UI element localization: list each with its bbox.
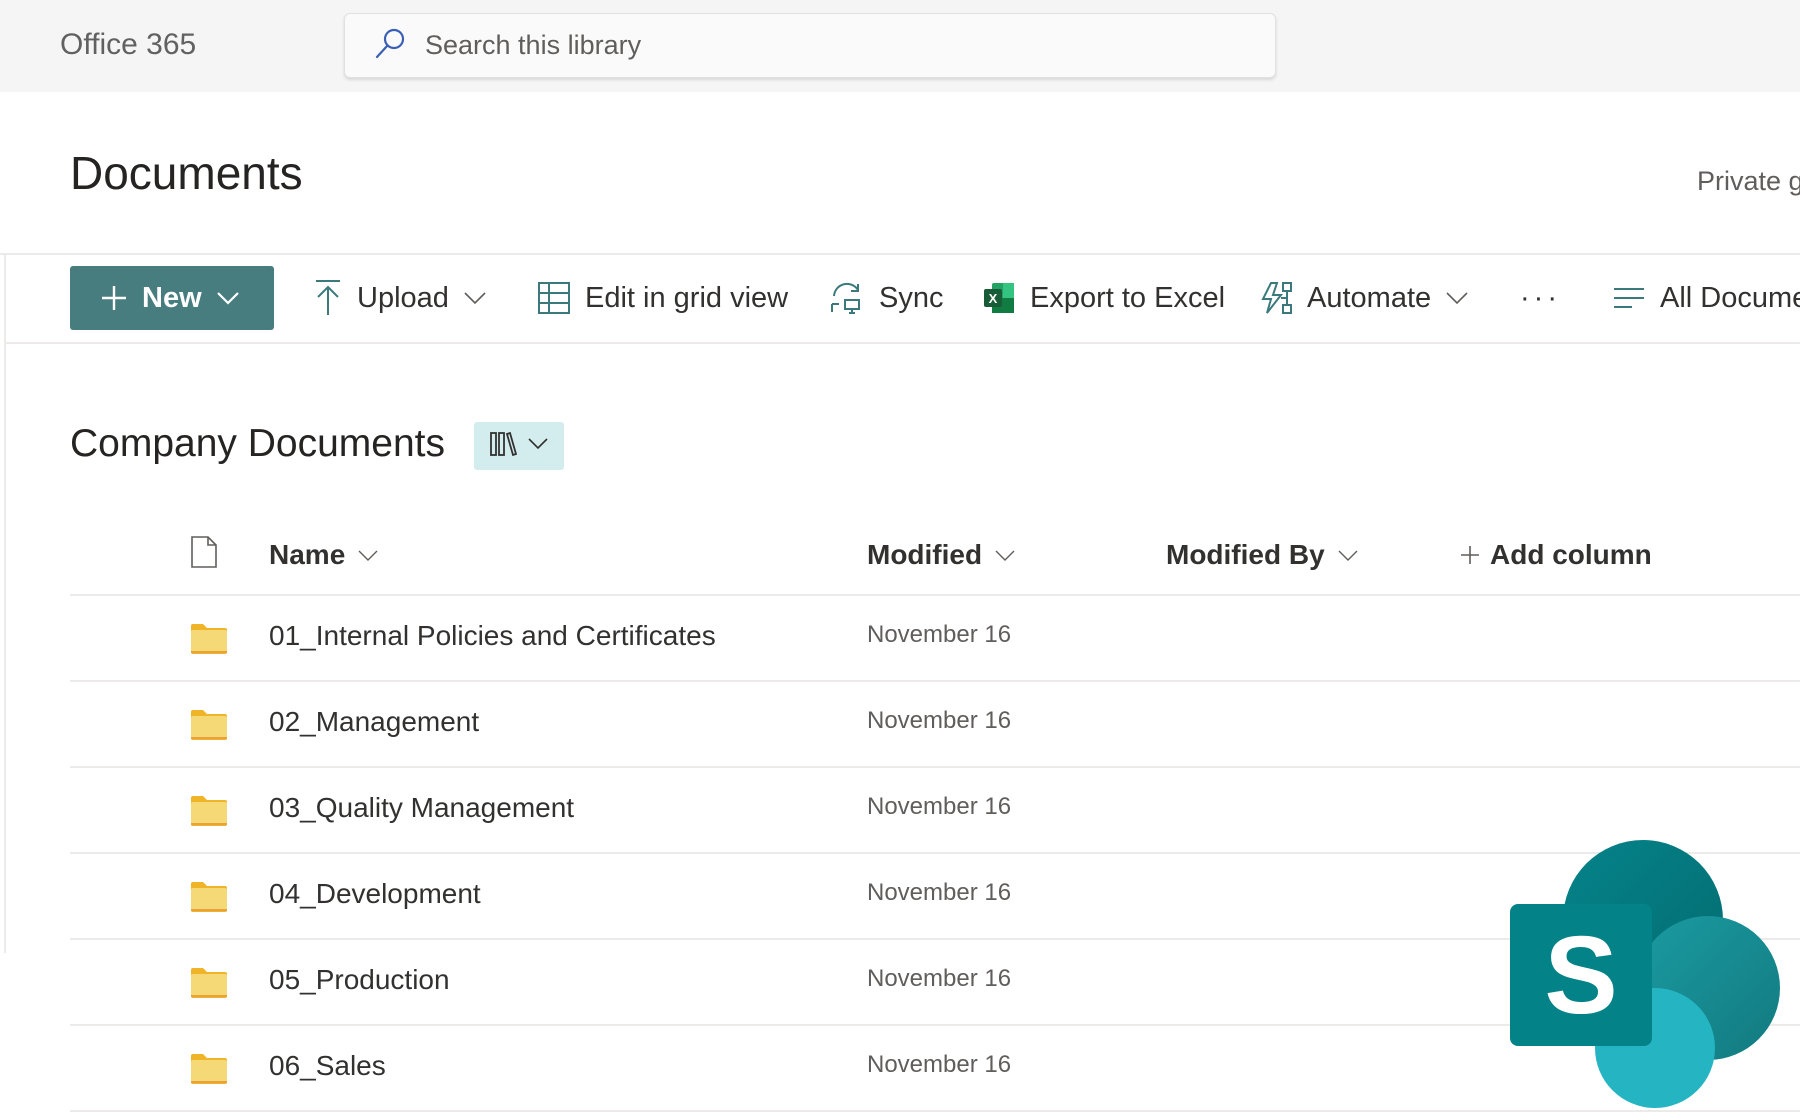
excel-icon: X bbox=[982, 281, 1016, 315]
new-button[interactable]: New bbox=[70, 266, 274, 330]
add-column-label: Add column bbox=[1490, 539, 1652, 570]
column-header-modified-by-label: Modified By bbox=[1166, 539, 1325, 570]
grid-icon bbox=[537, 281, 571, 315]
automate-label: Automate bbox=[1307, 281, 1432, 314]
folder-icon bbox=[190, 623, 228, 660]
item-modified-date: November 16 bbox=[867, 879, 1012, 906]
item-name-link[interactable]: 02_Management bbox=[269, 706, 479, 738]
library-title: Company Documents bbox=[70, 422, 445, 465]
upload-icon bbox=[313, 279, 343, 317]
folder-icon bbox=[190, 881, 228, 918]
search-input[interactable] bbox=[425, 30, 1225, 61]
chevron-down-icon bbox=[463, 291, 487, 305]
grid-label: Edit in grid view bbox=[585, 281, 789, 314]
svg-text:X: X bbox=[989, 291, 998, 306]
item-modified-date: November 16 bbox=[867, 965, 1012, 992]
plus-icon bbox=[1460, 545, 1480, 565]
upload-label: Upload bbox=[357, 281, 449, 314]
chevron-down-icon bbox=[1337, 549, 1359, 561]
view-label: All Docume bbox=[1660, 281, 1800, 314]
sharepoint-logo: S bbox=[1503, 838, 1788, 1118]
item-modified-date: November 16 bbox=[867, 621, 1012, 648]
item-modified-date: November 16 bbox=[867, 1051, 1012, 1078]
library-view-button[interactable] bbox=[474, 422, 564, 470]
divider bbox=[6, 342, 1800, 344]
export-label: Export to Excel bbox=[1030, 281, 1226, 314]
file-type-column-header[interactable] bbox=[190, 535, 218, 575]
column-header-modified-by[interactable]: Modified By bbox=[1166, 535, 1359, 575]
sync-icon bbox=[829, 280, 865, 316]
edit-grid-view-button[interactable]: Edit in grid view bbox=[537, 266, 788, 330]
chevron-down-icon bbox=[357, 549, 379, 561]
privacy-label: Private g bbox=[1697, 166, 1800, 196]
column-header-modified[interactable]: Modified bbox=[867, 535, 1016, 575]
app-name[interactable]: Office 365 bbox=[60, 28, 196, 62]
library-icon bbox=[489, 431, 518, 462]
plus-icon bbox=[100, 284, 128, 312]
item-modified-date: November 16 bbox=[867, 707, 1012, 734]
chevron-down-icon bbox=[1445, 291, 1469, 305]
divider bbox=[0, 253, 1800, 255]
chevron-down-icon bbox=[216, 290, 240, 306]
item-name-link[interactable]: 03_Quality Management bbox=[269, 792, 574, 824]
search-icon bbox=[373, 25, 409, 66]
content-pane-border bbox=[4, 253, 6, 953]
add-column-button[interactable]: Add column bbox=[1460, 535, 1652, 575]
sync-button[interactable]: Sync bbox=[829, 266, 943, 330]
more-icon: ··· bbox=[1520, 281, 1561, 314]
column-header-modified-label: Modified bbox=[867, 539, 983, 570]
list-item[interactable]: 02_Management November 16 bbox=[70, 682, 1800, 768]
item-name-link[interactable]: 04_Development bbox=[269, 878, 481, 910]
item-name-link[interactable]: 01_Internal Policies and Certificates bbox=[269, 620, 716, 652]
new-label: New bbox=[142, 281, 202, 314]
automate-icon bbox=[1259, 281, 1293, 315]
list-item[interactable]: 01_Internal Policies and Certificates No… bbox=[70, 596, 1800, 682]
chevron-down-icon bbox=[994, 549, 1016, 561]
list-view-icon bbox=[1612, 286, 1646, 310]
folder-icon bbox=[190, 1053, 228, 1090]
item-name-link[interactable]: 06_Sales bbox=[269, 1050, 386, 1082]
sync-label: Sync bbox=[879, 281, 944, 314]
view-selector-button[interactable]: All Docume bbox=[1612, 266, 1800, 330]
column-header-name-label: Name bbox=[269, 539, 346, 570]
item-modified-date: November 16 bbox=[867, 793, 1012, 820]
search-box[interactable] bbox=[344, 13, 1276, 78]
item-name-link[interactable]: 05_Production bbox=[269, 964, 450, 996]
sharepoint-letter: S bbox=[1544, 914, 1617, 1037]
more-button[interactable]: ··· bbox=[1520, 266, 1561, 330]
column-header-name[interactable]: Name bbox=[269, 535, 379, 575]
chevron-down-icon bbox=[527, 437, 549, 456]
folder-icon bbox=[190, 795, 228, 832]
export-excel-button[interactable]: X Export to Excel bbox=[982, 266, 1225, 330]
page-title: Documents bbox=[70, 147, 303, 199]
folder-icon bbox=[190, 967, 228, 1004]
automate-button[interactable]: Automate bbox=[1259, 266, 1469, 330]
upload-button[interactable]: Upload bbox=[313, 266, 487, 330]
file-icon bbox=[190, 535, 218, 576]
folder-icon bbox=[190, 709, 228, 746]
